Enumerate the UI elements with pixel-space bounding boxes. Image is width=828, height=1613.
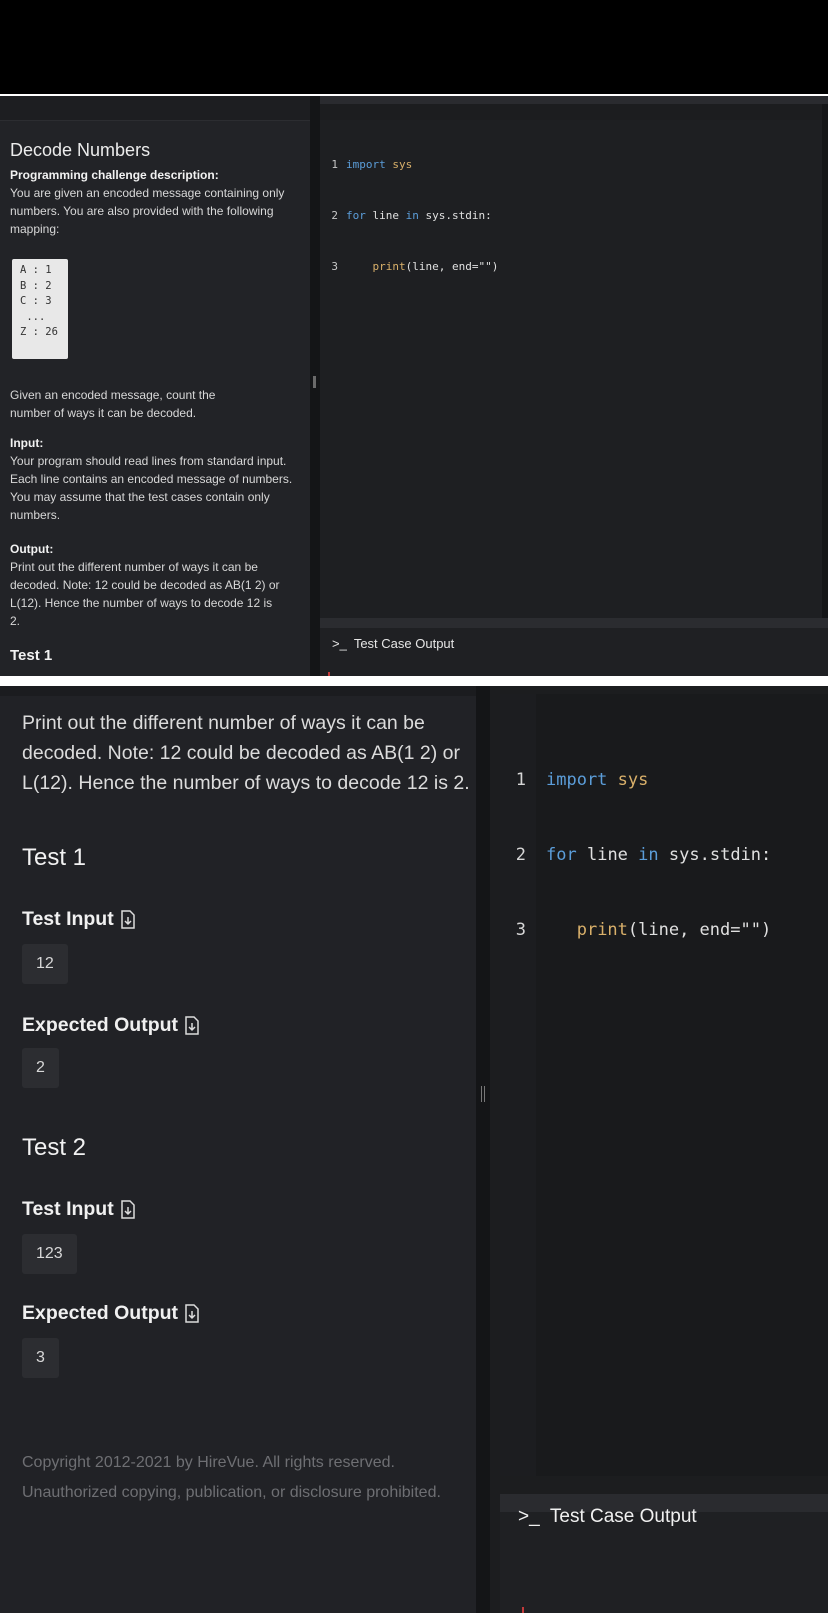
test-1-expected-value: 2: [22, 1048, 59, 1088]
splitter-handle[interactable]: [481, 1086, 485, 1102]
description-heading: Programming challenge description:: [10, 168, 219, 182]
line-number: 3: [331, 260, 338, 273]
input-heading: Input:: [10, 436, 44, 450]
test-2-heading: Test 2: [22, 1134, 87, 1161]
marker: [328, 672, 330, 676]
problem-panel-header: [0, 686, 476, 696]
mapping-line: B : 2: [20, 279, 52, 292]
line-number: 2: [331, 209, 338, 222]
test-heading: Test 1: [10, 647, 53, 664]
output-title-label: Test Case Output: [549, 1506, 697, 1527]
problem-panel-header: [0, 96, 310, 121]
output-text: Print out the different number of ways i…: [22, 712, 470, 794]
mapping-line: Z : 26: [20, 326, 58, 338]
problem-title: Decode Numbers: [10, 140, 151, 160]
input-block: Input: Your program should read lines fr…: [10, 434, 305, 524]
test-1-input-label: Test Input: [22, 908, 136, 931]
download-file-icon[interactable]: [184, 1016, 200, 1035]
code-line-1: 1 import sys: [506, 768, 771, 793]
mapping-code-block: A : 1 B : 2 C : 3 ... Z : 26: [12, 259, 68, 359]
mapping-line: ...: [20, 310, 46, 323]
test-2-expected-label: Expected Output: [22, 1302, 200, 1325]
code-lines[interactable]: 1 import sys 2 for line in sys.stdin: 3 pr…: [506, 718, 772, 993]
code-line-3: 3 print(line, end=""): [506, 918, 771, 943]
description-block: Programming challenge description: You a…: [10, 166, 305, 238]
test-2-expected-value: 3: [22, 1338, 59, 1378]
download-file-icon[interactable]: [120, 910, 136, 929]
marker: [522, 1607, 524, 1613]
input-text: Your program should read lines from stan…: [10, 454, 293, 522]
code-line-1: 1 import sys: [320, 156, 498, 173]
download-file-icon[interactable]: [184, 1304, 200, 1323]
download-file-icon[interactable]: [120, 1200, 136, 1219]
test-case-output-title[interactable]: >_ Test Case Output: [518, 1506, 697, 1528]
copyright-text: Copyright 2012-2021 by HireVue. All righ…: [22, 1454, 441, 1501]
line-number: 3: [515, 920, 526, 940]
editor-scrollbar[interactable]: [822, 104, 828, 624]
description-text: You are given an encoded message contain…: [10, 186, 285, 236]
problem-panel: Decode Numbers Programming challenge des…: [0, 96, 310, 676]
problem-panel: Print out the different number of ways i…: [0, 686, 476, 1613]
mapping-line: A : 1: [20, 264, 52, 276]
screenshot-top: Decode Numbers Programming challenge des…: [0, 96, 828, 676]
terminal-icon: >_: [332, 636, 347, 651]
line-number: 2: [515, 845, 526, 865]
line-number: 1: [331, 158, 338, 171]
test-1-expected-label: Expected Output: [22, 1014, 200, 1037]
separator-middle: [0, 676, 828, 686]
test-2-input-value: 123: [22, 1234, 77, 1274]
code-line-3: 3 print(line, end=""): [320, 258, 498, 275]
splitter-handle[interactable]: [313, 376, 316, 388]
mapping-line: C : 3: [20, 295, 52, 307]
editor-header: [320, 96, 828, 104]
terminal-icon: >_: [518, 1506, 540, 1527]
screenshot-bottom: Print out the different number of ways i…: [0, 686, 828, 1613]
task-text: Given an encoded message, count the numb…: [10, 388, 216, 420]
code-line-2: 2 for line in sys.stdin:: [506, 843, 772, 868]
output-text: Print out the different number of ways i…: [10, 560, 280, 628]
test-1-input-value: 12: [22, 944, 68, 984]
code-line-2: 2 for line in sys.stdin:: [320, 207, 498, 224]
output-heading: Output:: [10, 542, 54, 556]
test-2-input-label: Test Input: [22, 1198, 136, 1221]
test-1-heading: Test 1: [22, 844, 87, 871]
output-panel-resizer[interactable]: [320, 618, 828, 628]
panel-splitter[interactable]: [476, 686, 490, 1613]
output-block: Output: Print out the different number o…: [10, 540, 282, 630]
code-lines[interactable]: 1 import sys 2 for line in sys.stdin: 3 pr…: [320, 122, 498, 309]
output-title-label: Test Case Output: [353, 636, 455, 651]
test-case-output-title[interactable]: >_ Test Case Output: [332, 636, 454, 651]
line-number: 1: [515, 770, 526, 790]
